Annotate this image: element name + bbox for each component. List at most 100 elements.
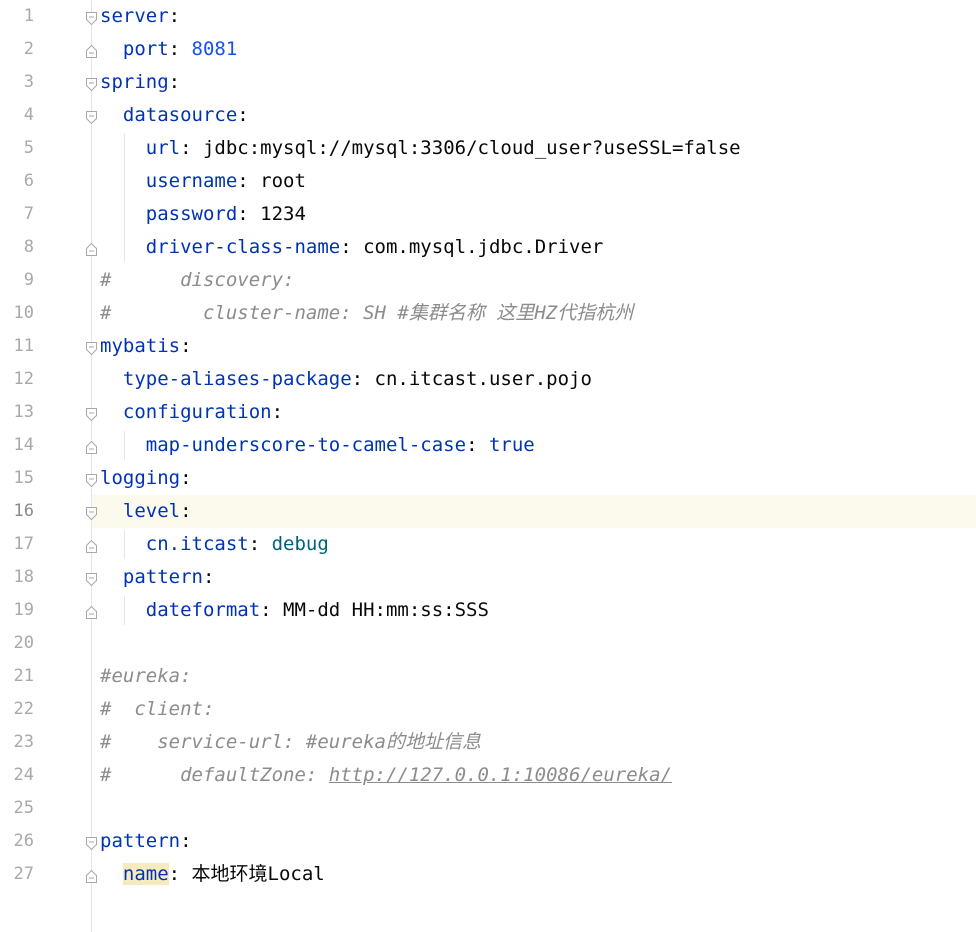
fold-end-icon[interactable]: [86, 439, 97, 454]
yaml-number: 8081: [191, 38, 238, 60]
yaml-text: :: [237, 104, 249, 126]
code-text: pattern:: [100, 561, 215, 594]
code-text: logging:: [100, 462, 192, 495]
fold-collapse-icon[interactable]: [86, 109, 97, 125]
code-line[interactable]: 2 port: 8081: [0, 33, 976, 66]
yaml-key: pattern: [122, 566, 203, 588]
fold-end-icon[interactable]: [86, 604, 97, 619]
line-number: 12: [13, 369, 34, 389]
yaml-text: :: [168, 38, 192, 60]
code-text: configuration:: [100, 396, 283, 429]
fold-collapse-icon[interactable]: [86, 835, 97, 851]
code-text: url: jdbc:mysql://mysql:3306/cloud_user?…: [100, 132, 741, 165]
code-line[interactable]: 16 level:: [0, 495, 976, 528]
line-number: 14: [13, 435, 34, 455]
fold-end-icon[interactable]: [86, 241, 97, 256]
yaml-text: : MM-dd HH:mm:ss:SSS: [260, 599, 489, 621]
yaml-key: dateformat: [145, 599, 261, 621]
line-number: 22: [13, 699, 34, 719]
line-number: 13: [13, 402, 34, 422]
yaml-text: :: [168, 71, 181, 93]
code-line[interactable]: 6 username: root: [0, 165, 976, 198]
yaml-comment: 的地址信息: [385, 731, 481, 753]
fold-collapse-icon[interactable]: [86, 472, 97, 488]
fold-collapse-icon[interactable]: [86, 340, 97, 356]
yaml-text: :: [168, 5, 181, 27]
line-number: 18: [13, 567, 34, 587]
code-line[interactable]: 3 spring:: [0, 66, 976, 99]
yaml-text: : root: [237, 170, 306, 192]
fold-end-icon[interactable]: [86, 538, 97, 553]
code-line[interactable]: 25: [0, 792, 976, 825]
code-text: port: 8081: [100, 33, 237, 66]
yaml-comment: # defaultZone:: [100, 764, 329, 786]
code-line[interactable]: 9 # discovery:: [0, 264, 976, 297]
yaml-comment: # cluster-name: SH #: [100, 302, 409, 324]
code-line[interactable]: 20: [0, 627, 976, 660]
yaml-key: server: [100, 5, 169, 27]
code-line[interactable]: 11 mybatis:: [0, 330, 976, 363]
fold-collapse-icon[interactable]: [86, 571, 97, 587]
code-text: cn.itcast: debug: [100, 528, 329, 561]
code-line[interactable]: 12 type-aliases-package: cn.itcast.user.…: [0, 363, 976, 396]
fold-collapse-icon[interactable]: [86, 406, 97, 422]
code-line[interactable]: 23 # service-url: #eureka的地址信息: [0, 726, 976, 759]
code-text: username: root: [100, 165, 306, 198]
code-line[interactable]: 14 map-underscore-to-camel-case: true: [0, 429, 976, 462]
indent-guide: [124, 596, 125, 625]
fold-end-icon[interactable]: [86, 43, 97, 58]
fold-collapse-icon[interactable]: [86, 10, 97, 26]
code-line[interactable]: 15 logging:: [0, 462, 976, 495]
code-text: # discovery:: [100, 264, 294, 297]
line-number: 10: [13, 303, 34, 323]
code-line[interactable]: 5 url: jdbc:mysql://mysql:3306/cloud_use…: [0, 132, 976, 165]
fold-collapse-icon[interactable]: [86, 505, 97, 521]
yaml-key: type-aliases-package: [122, 368, 352, 390]
yaml-key: name: [122, 863, 169, 885]
code-text: spring:: [100, 66, 180, 99]
code-text: type-aliases-package: cn.itcast.user.poj…: [100, 363, 592, 396]
code-line[interactable]: 13 configuration:: [0, 396, 976, 429]
code-line[interactable]: 19 dateformat: MM-dd HH:mm:ss:SSS: [0, 594, 976, 627]
code-text: mybatis:: [100, 330, 192, 363]
yaml-comment: # service-url: #eureka: [100, 731, 386, 753]
yaml-text: :: [180, 335, 192, 357]
code-text: pattern:: [100, 825, 192, 858]
yaml-key: level: [122, 500, 181, 522]
line-number: 8: [23, 237, 34, 257]
yaml-value: debug: [271, 533, 329, 555]
code-line[interactable]: 22 # client:: [0, 693, 976, 726]
yaml-key: datasource: [122, 104, 238, 126]
code-line[interactable]: 18 pattern:: [0, 561, 976, 594]
line-number: 25: [13, 798, 34, 818]
url-link[interactable]: http://127.0.0.1:10086/eureka/: [329, 764, 672, 786]
code-text: password: 1234: [100, 198, 306, 231]
code-text: #eureka:: [100, 660, 192, 693]
code-line[interactable]: 10 # cluster-name: SH #集群名称 这里HZ代指杭州: [0, 297, 976, 330]
code-line[interactable]: 7 password: 1234: [0, 198, 976, 231]
code-line[interactable]: 17 cn.itcast: debug: [0, 528, 976, 561]
code-line[interactable]: 27 name: 本地环境Local: [0, 858, 976, 891]
code-editor[interactable]: 1 server: 2 port: 8081 3 spring: 4 datasource…: [0, 0, 976, 932]
line-number: 19: [13, 600, 34, 620]
line-number: 24: [13, 765, 34, 785]
line-number: 5: [23, 138, 34, 158]
code-line[interactable]: 26 pattern:: [0, 825, 976, 858]
code-text: name: 本地环境Local: [100, 858, 325, 891]
yaml-text: : 1234: [237, 203, 306, 225]
yaml-text: : jdbc:mysql://mysql:3306/cloud_user?use…: [180, 137, 741, 159]
code-line[interactable]: 8 driver-class-name: com.mysql.jdbc.Driv…: [0, 231, 976, 264]
fold-collapse-icon[interactable]: [86, 76, 97, 92]
code-line[interactable]: 21 #eureka:: [0, 660, 976, 693]
code-line[interactable]: 4 datasource:: [0, 99, 976, 132]
code-line[interactable]: 1 server:: [0, 0, 976, 33]
fold-end-icon[interactable]: [86, 868, 97, 883]
yaml-text: : cn.itcast.user.pojo: [351, 368, 592, 390]
code-line[interactable]: 24 # defaultZone: http://127.0.0.1:10086/…: [0, 759, 976, 792]
yaml-key: mybatis: [100, 335, 181, 357]
